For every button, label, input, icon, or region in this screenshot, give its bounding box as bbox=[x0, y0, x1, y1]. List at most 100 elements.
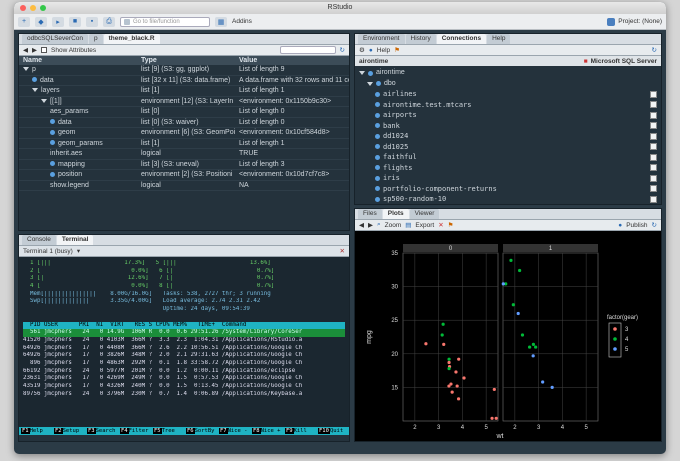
preview-table-icon[interactable] bbox=[650, 101, 657, 109]
expand-icon[interactable] bbox=[41, 98, 47, 103]
zoom-icon[interactable]: ⌕ bbox=[377, 221, 381, 229]
tab-console[interactable]: Console bbox=[22, 235, 56, 245]
function-key[interactable]: F7Nice - bbox=[217, 427, 250, 435]
col-name[interactable]: Name bbox=[19, 56, 137, 65]
function-key[interactable]: F9Kill bbox=[283, 427, 316, 435]
search-input[interactable] bbox=[279, 46, 336, 54]
table-item[interactable]: airports bbox=[359, 110, 661, 121]
tab-source-0[interactable]: odbcSQLSeverCon bbox=[22, 34, 89, 44]
function-key[interactable]: F2Setup bbox=[52, 427, 85, 435]
tab-plots[interactable]: Plots bbox=[382, 209, 409, 219]
zoom-button[interactable]: Zoom bbox=[385, 222, 402, 229]
object-row[interactable]: geom environment [6] (S3: GeomPoi <environ… bbox=[19, 128, 349, 139]
function-key[interactable]: F8Nice + bbox=[250, 427, 283, 435]
clear-plots-icon[interactable]: ⚑ bbox=[448, 221, 454, 229]
save-all-icon[interactable]: ▪ bbox=[86, 16, 98, 27]
object-row[interactable]: mapping list [3] (S3: uneval) List of leng… bbox=[19, 160, 349, 170]
object-row[interactable]: layers list [1] List of length 1 bbox=[19, 86, 349, 97]
prev-plot-icon[interactable]: ◀ bbox=[359, 221, 364, 229]
minimize-window-button[interactable] bbox=[30, 5, 36, 11]
function-key[interactable]: F10Quit bbox=[316, 427, 349, 435]
grid-icon[interactable]: ▦ bbox=[215, 16, 227, 27]
function-key[interactable]: F4Filter bbox=[118, 427, 151, 435]
function-key[interactable]: F5Tree bbox=[151, 427, 184, 435]
function-key[interactable]: F3Search bbox=[85, 427, 118, 435]
expand-icon[interactable] bbox=[367, 81, 373, 86]
function-key[interactable]: F6SortBy bbox=[184, 427, 217, 435]
preview-table-icon[interactable] bbox=[650, 153, 657, 161]
tab-files[interactable]: Files bbox=[358, 209, 382, 219]
print-icon[interactable]: ⎙ bbox=[103, 16, 115, 27]
table-item[interactable]: portfolio-component-returns bbox=[359, 184, 661, 195]
tab-terminal[interactable]: Terminal bbox=[56, 235, 94, 245]
object-row[interactable]: geom_params list [1] List of length 1 bbox=[19, 139, 349, 149]
help-icon[interactable]: ● bbox=[369, 47, 373, 54]
preview-table-icon[interactable] bbox=[650, 195, 657, 203]
settings-icon[interactable]: ⚙ bbox=[359, 46, 365, 54]
tab-connections[interactable]: Connections bbox=[436, 34, 487, 44]
new-project-icon[interactable]: ◆ bbox=[35, 16, 47, 27]
publish-icon[interactable]: ● bbox=[618, 222, 622, 229]
object-row[interactable]: data list [0] (S3: waiver) List of length … bbox=[19, 118, 349, 128]
preview-table-icon[interactable] bbox=[650, 164, 657, 172]
function-key[interactable]: F1Help bbox=[19, 427, 52, 435]
preview-table-icon[interactable] bbox=[650, 90, 657, 98]
terminal-output[interactable]: 1 [||| 17.3%] 5 [||| 13.6%] 2 [ 0.0%] 6 … bbox=[19, 257, 349, 435]
expand-icon[interactable] bbox=[359, 71, 365, 76]
tree-root[interactable]: airontime bbox=[359, 68, 661, 79]
table-item[interactable]: faithful bbox=[359, 152, 661, 163]
broom-icon[interactable]: ⚑ bbox=[394, 46, 400, 54]
export-button[interactable]: Export bbox=[415, 222, 434, 229]
tab-viewer[interactable]: Viewer bbox=[409, 209, 440, 219]
open-file-icon[interactable]: ▸ bbox=[52, 16, 64, 27]
table-item[interactable]: airontime.test.mtcars bbox=[359, 100, 661, 111]
goto-file-input[interactable]: Go to file/function bbox=[120, 16, 210, 27]
publish-button[interactable]: Publish bbox=[626, 222, 647, 229]
table-item[interactable]: dd1024 bbox=[359, 131, 661, 142]
close-window-button[interactable] bbox=[20, 5, 26, 11]
refresh-connections-icon[interactable]: ↻ bbox=[652, 46, 657, 54]
tab-history[interactable]: History bbox=[405, 34, 436, 44]
new-file-icon[interactable]: + bbox=[18, 16, 30, 27]
preview-table-icon[interactable] bbox=[650, 122, 657, 130]
export-icon[interactable]: ▤ bbox=[405, 221, 411, 229]
tab-source-2[interactable]: theme_black.R bbox=[103, 34, 160, 44]
object-row[interactable]: show.legend logical NA bbox=[19, 181, 349, 191]
object-row[interactable]: [[1]] environment [12] (S3: LayerIn <envir… bbox=[19, 97, 349, 107]
tree-schema[interactable]: dbo bbox=[359, 79, 661, 90]
refresh-icon[interactable]: ↻ bbox=[340, 46, 345, 54]
tab-environment[interactable]: Environment bbox=[358, 34, 405, 44]
preview-table-icon[interactable] bbox=[650, 132, 657, 140]
col-value[interactable]: Value bbox=[235, 56, 349, 65]
show-attributes-checkbox[interactable] bbox=[41, 47, 47, 53]
preview-table-icon[interactable] bbox=[650, 174, 657, 182]
next-plot-icon[interactable]: ▶ bbox=[368, 221, 373, 229]
project-menu[interactable]: Project: (None) bbox=[607, 17, 662, 26]
object-row[interactable]: p list [9] (S3: gg, ggplot) List of length… bbox=[19, 65, 349, 76]
maximize-window-button[interactable] bbox=[40, 5, 46, 11]
refresh-plot-icon[interactable]: ↻ bbox=[652, 221, 657, 229]
save-icon[interactable]: ■ bbox=[69, 16, 81, 27]
preview-table-icon[interactable] bbox=[650, 143, 657, 151]
object-row[interactable]: inherit.aes logical TRUE bbox=[19, 149, 349, 160]
chevron-down-icon[interactable]: ▾ bbox=[77, 247, 80, 255]
forward-icon[interactable]: ▶ bbox=[32, 46, 37, 54]
back-icon[interactable]: ◀ bbox=[23, 46, 28, 54]
expand-icon[interactable] bbox=[23, 67, 29, 72]
preview-table-icon[interactable] bbox=[650, 111, 657, 119]
object-row[interactable]: data list [32 x 11] (S3: data.frame) A dat… bbox=[19, 76, 349, 86]
close-terminal-icon[interactable]: ✕ bbox=[340, 247, 345, 255]
table-item[interactable]: dd1025 bbox=[359, 142, 661, 153]
remove-plot-icon[interactable]: ✕ bbox=[438, 221, 443, 229]
table-item[interactable]: iris bbox=[359, 173, 661, 184]
object-row[interactable]: aes_params list [0] List of length 0 bbox=[19, 107, 349, 118]
object-row[interactable]: position environment [2] (S3: Positioni <e… bbox=[19, 170, 349, 181]
help-button[interactable]: Help bbox=[377, 47, 390, 54]
table-item[interactable]: airlines bbox=[359, 89, 661, 100]
table-item[interactable]: flights bbox=[359, 163, 661, 174]
terminal-select[interactable]: Terminal 1 (busy) bbox=[23, 248, 73, 255]
table-item[interactable]: bank bbox=[359, 121, 661, 132]
tab-source-1[interactable]: p bbox=[89, 34, 103, 44]
col-type[interactable]: Type bbox=[137, 56, 235, 65]
preview-table-icon[interactable] bbox=[650, 185, 657, 193]
